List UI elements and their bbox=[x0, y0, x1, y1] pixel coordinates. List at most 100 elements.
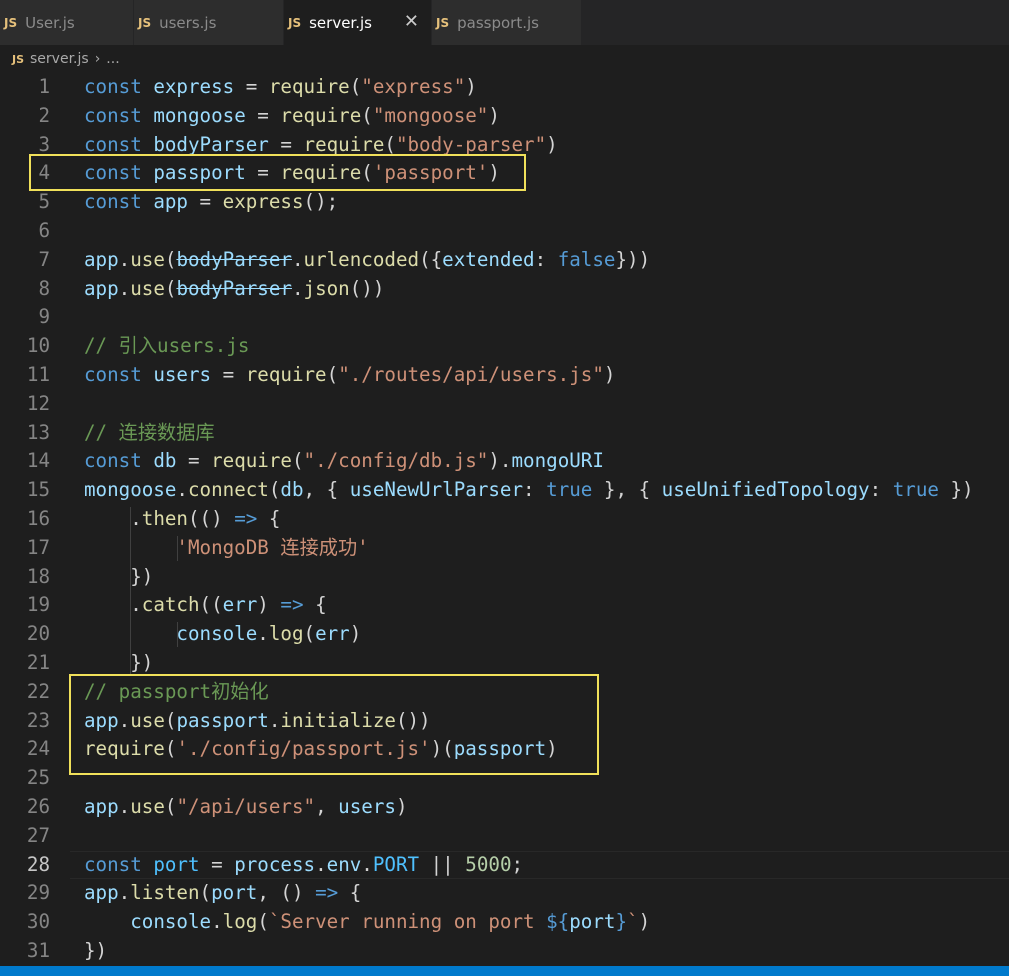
code-token: require bbox=[245, 362, 327, 386]
code-text: app.use(bodyParser.urlencoded({extended:… bbox=[84, 246, 650, 275]
chevron-right-icon: › bbox=[94, 51, 101, 67]
code-token: err bbox=[315, 622, 350, 646]
line-number: 2 bbox=[38, 103, 50, 127]
code-line[interactable]: 15 mongoose.connect(db, { useNewUrlParser… bbox=[0, 476, 1009, 505]
code-token: app bbox=[84, 276, 119, 300]
code-token: ) bbox=[349, 622, 362, 646]
code-line[interactable]: 6 bbox=[0, 217, 1009, 246]
code-token: err bbox=[222, 593, 258, 617]
code-line[interactable]: 19 .catch((err) => { bbox=[0, 591, 1009, 620]
code-token: , bbox=[315, 794, 339, 818]
code-token: true bbox=[892, 478, 939, 502]
tab-server-js[interactable]: JS server.js ✕ bbox=[284, 0, 432, 45]
code-line[interactable]: 27 bbox=[0, 822, 1009, 851]
code-token: const bbox=[84, 190, 142, 214]
code-token: catch bbox=[141, 593, 200, 617]
breadcrumb[interactable]: JS server.js › ... bbox=[0, 45, 1009, 73]
code-line[interactable]: 26 app.use("/api/users", users) bbox=[0, 793, 1009, 822]
code-text: app.listen(port, () => { bbox=[84, 879, 361, 908]
code-line[interactable]: 18 }) bbox=[0, 563, 1009, 592]
line-number: 18 bbox=[26, 564, 50, 588]
code-line[interactable]: 9 bbox=[0, 303, 1009, 332]
code-text: }) bbox=[84, 563, 153, 592]
tab-user-js[interactable]: JS User.js bbox=[0, 0, 134, 45]
code-line[interactable]: 5 const app = express(); bbox=[0, 188, 1009, 217]
js-file-icon: JS bbox=[4, 15, 18, 30]
code-token: "./routes/api/users.js" bbox=[338, 362, 604, 386]
code-line[interactable]: 14 const db = require("./config/db.js").m… bbox=[0, 447, 1009, 476]
code-line[interactable]: 12 bbox=[0, 390, 1009, 419]
code-token: }) bbox=[938, 478, 974, 502]
tab-label: server.js bbox=[309, 13, 372, 32]
code-text: const app = express(); bbox=[84, 188, 338, 217]
code-line[interactable]: 8 app.use(bodyParser.json()) bbox=[0, 275, 1009, 304]
code-token: . bbox=[84, 593, 142, 617]
code-token: use bbox=[130, 794, 165, 818]
code-token: : bbox=[534, 247, 558, 271]
code-token: ) bbox=[395, 794, 408, 818]
indent-guide bbox=[177, 535, 178, 561]
code-token: = bbox=[211, 362, 246, 386]
code-line[interactable]: 2 const mongoose = require("mongoose") bbox=[0, 102, 1009, 131]
indent-guide bbox=[130, 507, 131, 676]
code-token: `Server running on port bbox=[268, 910, 547, 934]
code-token: ; bbox=[511, 852, 524, 876]
code-token: bodyParser bbox=[176, 276, 292, 300]
code-token: "mongoose" bbox=[372, 103, 489, 127]
code-token: users bbox=[338, 794, 396, 818]
code-token: bodyParser bbox=[176, 247, 292, 271]
code-text: 'MongoDB 连接成功' bbox=[84, 534, 368, 563]
js-file-icon: JS bbox=[436, 15, 450, 30]
code-token: ( bbox=[164, 794, 177, 818]
code-line[interactable]: 1 const express = require("express") bbox=[0, 73, 1009, 102]
code-token: express bbox=[153, 75, 235, 98]
code-token: useNewUrlParser bbox=[349, 478, 524, 502]
code-line[interactable]: 7 app.use(bodyParser.urlencoded({extended… bbox=[0, 246, 1009, 275]
code-line[interactable]: 29 app.listen(port, () => { bbox=[0, 879, 1009, 908]
code-line[interactable]: 30 console.log(`Server running on port $… bbox=[0, 908, 1009, 937]
code-token: . bbox=[118, 794, 131, 818]
code-token: const bbox=[84, 449, 142, 473]
code-line[interactable]: 13 // 连接数据库 bbox=[0, 419, 1009, 448]
code-text: console.log(`Server running on port ${po… bbox=[84, 908, 650, 937]
code-token: const bbox=[84, 132, 142, 156]
code-token: = bbox=[176, 449, 212, 473]
code-token: ( bbox=[164, 276, 177, 300]
code-line[interactable]: 17 'MongoDB 连接成功' bbox=[0, 534, 1009, 563]
code-line[interactable]: 16 .then(() => { bbox=[0, 505, 1009, 534]
code-line[interactable]: 11 const users = require("./routes/api/us… bbox=[0, 361, 1009, 390]
code-line[interactable]: 10 // 引入users.js bbox=[0, 332, 1009, 361]
tab-users-js[interactable]: JS users.js bbox=[134, 0, 284, 45]
line-number: 24 bbox=[26, 737, 50, 761]
line-number: 28 bbox=[26, 852, 50, 876]
tab-label: users.js bbox=[159, 13, 217, 32]
code-line[interactable]: 31}) bbox=[0, 937, 1009, 966]
code-editor[interactable]: 1 const express = require("express") 2 cons… bbox=[0, 73, 1009, 966]
status-bar bbox=[0, 966, 1009, 976]
code-token: ( bbox=[384, 132, 396, 156]
code-token: require bbox=[280, 103, 362, 127]
code-line[interactable]: 20 console.log(err) bbox=[0, 620, 1009, 649]
code-token: : bbox=[523, 478, 547, 502]
code-token: port bbox=[211, 881, 258, 905]
breadcrumb-file[interactable]: server.js bbox=[30, 51, 89, 67]
code-token: }, { bbox=[592, 478, 662, 502]
editor-tab-bar: JS User.js JS users.js JS server.js ✕ JS passpor… bbox=[0, 0, 1009, 45]
code-token: ( bbox=[199, 881, 212, 905]
line-number: 16 bbox=[26, 506, 50, 530]
code-token: "/api/users" bbox=[176, 794, 316, 818]
code-token: const bbox=[84, 103, 142, 127]
code-line[interactable]: 28 const port = process.env.PORT || 5000; bbox=[0, 850, 1009, 880]
code-token: }) bbox=[84, 564, 154, 588]
code-token: ) bbox=[603, 362, 616, 386]
close-icon[interactable]: ✕ bbox=[404, 11, 419, 32]
code-token: . bbox=[211, 910, 223, 934]
code-token: } bbox=[615, 910, 628, 934]
tab-passport-js[interactable]: JS passport.js bbox=[432, 0, 582, 45]
code-token: ) bbox=[488, 103, 500, 127]
code-token: "./config/db.js" bbox=[303, 449, 489, 473]
code-token: app bbox=[84, 247, 119, 271]
breadcrumb-more[interactable]: ... bbox=[106, 51, 119, 67]
